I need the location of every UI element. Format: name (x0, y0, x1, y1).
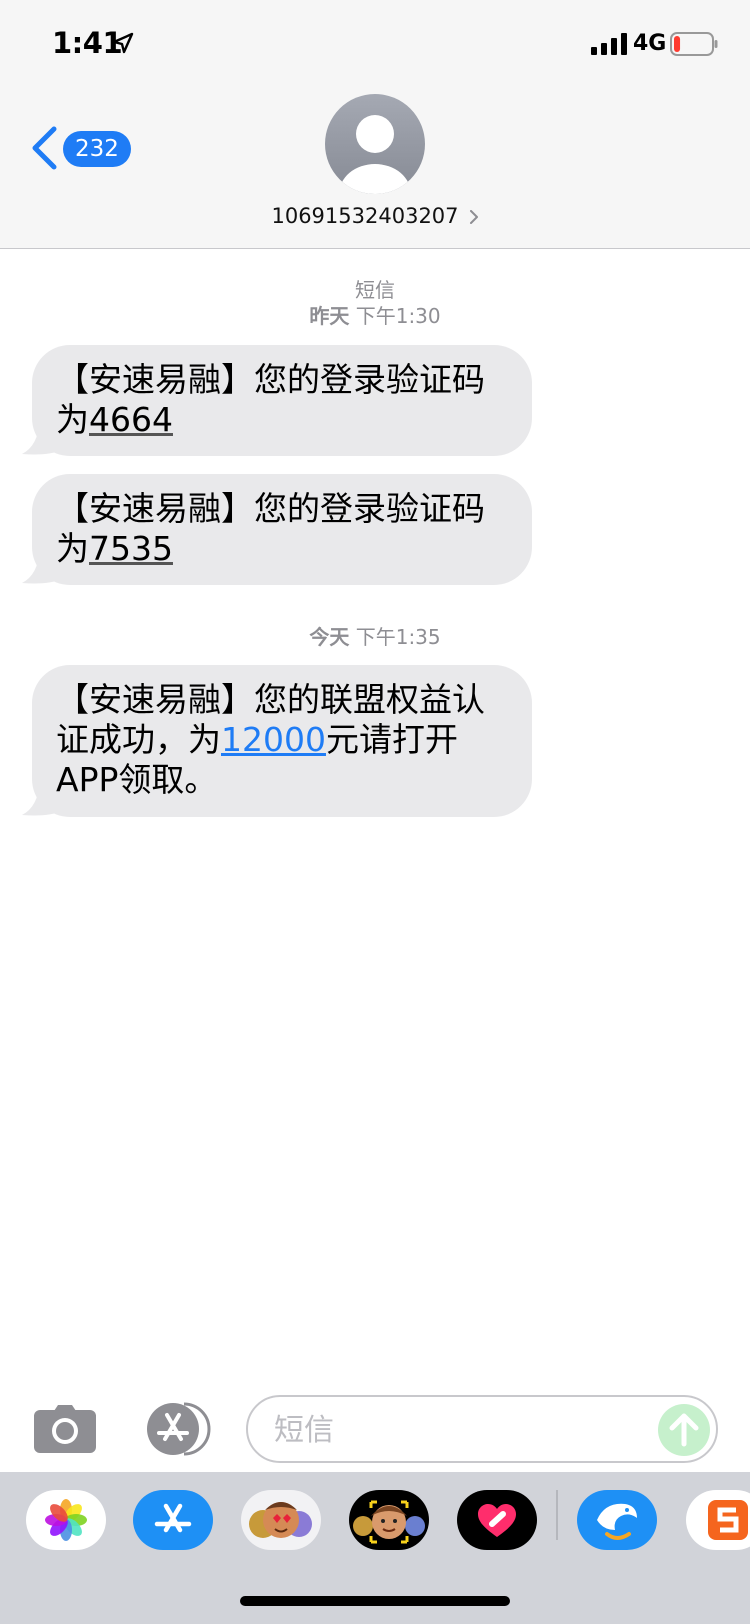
conversation-header: 232 10691532403207 (0, 88, 750, 249)
digital-touch-app-icon[interactable] (457, 1490, 537, 1550)
camera-icon[interactable] (34, 1405, 96, 1453)
message-bubble[interactable]: 【安速易融】您的联盟权益认证成功，为12000元请打开APP领取。 (22, 665, 542, 817)
chevron-left-icon (32, 126, 57, 170)
memoji-app-icon[interactable] (349, 1490, 429, 1550)
timestamp-time: 下午1:35 (355, 625, 441, 649)
verification-code[interactable]: 4664 (89, 400, 173, 439)
home-indicator[interactable] (240, 1596, 510, 1606)
timestamp-day: 昨天 (309, 304, 350, 328)
network-type: 4G (633, 31, 667, 56)
app-store-app-icon[interactable] (133, 1490, 213, 1550)
chevron-right-icon (469, 210, 478, 224)
message-bubble[interactable]: 【安速易融】您的登录验证码为4664 (22, 345, 542, 456)
animoji-app-icon[interactable] (241, 1490, 321, 1550)
status-bar: 1:41 4G (0, 0, 750, 88)
unread-count-badge: 232 (63, 131, 131, 167)
service-type-label: 短信 (355, 278, 395, 302)
verification-code[interactable]: 7535 (89, 529, 173, 568)
message-bubble[interactable]: 【安速易融】您的登录验证码为7535 (22, 474, 542, 585)
contact-avatar-icon[interactable] (325, 94, 425, 194)
message-input-container (246, 1395, 718, 1463)
drawer-divider (556, 1490, 558, 1540)
cellular-signal-icon (591, 33, 627, 55)
amount-link[interactable]: 12000 (221, 720, 326, 759)
contact-info-button[interactable]: 10691532403207 (0, 204, 750, 228)
contact-number: 10691532403207 (271, 204, 459, 228)
location-arrow-icon (112, 32, 134, 54)
back-button[interactable]: 232 (30, 124, 131, 174)
ctrip-app-icon[interactable] (577, 1490, 657, 1550)
timestamp-time: 下午1:30 (355, 304, 441, 328)
send-arrow-icon[interactable] (658, 1404, 710, 1456)
message-input[interactable] (272, 1409, 636, 1451)
photos-app-icon[interactable] (26, 1490, 106, 1550)
timestamp: 今天 下午1:35 (0, 621, 750, 650)
app-store-drawer-icon[interactable] (140, 1402, 212, 1456)
timestamp: 昨天 下午1:30 (0, 300, 750, 329)
sogou-input-app-icon[interactable] (686, 1490, 750, 1550)
timestamp-day: 今天 (309, 625, 350, 649)
battery-icon (670, 32, 718, 56)
